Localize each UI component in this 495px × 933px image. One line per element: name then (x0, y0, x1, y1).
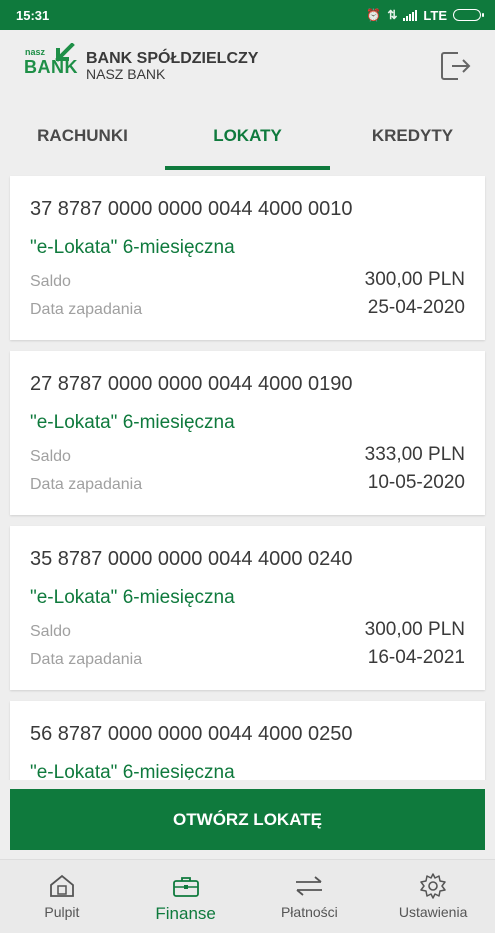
home-icon (48, 872, 76, 900)
briefcase-icon (172, 872, 200, 900)
balance-value: 300,00 PLN (364, 269, 465, 290)
network-type: LTE (423, 7, 447, 23)
due-date-value: 16-04-2021 (367, 647, 465, 668)
due-date-value: 10-05-2020 (367, 472, 465, 493)
account-number: 37 8787 0000 0000 0044 4000 0010 (30, 198, 353, 220)
deposit-card[interactable]: 56 8787 0000 0000 0044 4000 0250 "e-Loka… (10, 701, 485, 780)
nav-item-ustawienia[interactable]: Ustawienia (371, 860, 495, 933)
deposit-name: "e-Lokata" 6-miesięczna (30, 762, 235, 780)
balance-label: Saldo (30, 448, 71, 465)
due-date-value: 25-04-2020 (367, 297, 465, 318)
bank-title: BANK SPÓŁDZIELCZY (86, 49, 259, 67)
nav-item-pulpit[interactable]: Pulpit (0, 860, 124, 933)
arrow-logo-icon (55, 43, 75, 62)
nav-item-platnosci[interactable]: Płatności (248, 860, 372, 933)
bank-subtitle: NASZ BANK (86, 66, 166, 83)
deposit-name: "e-Lokata" 6-miesięczna (30, 412, 235, 433)
status-time: 15:31 (16, 7, 50, 23)
tab-rachunki[interactable]: RACHUNKI (0, 102, 165, 170)
logout-button[interactable] (435, 46, 475, 86)
balance-value: 333,00 PLN (364, 444, 465, 465)
bank-logo: nasz BANK (24, 43, 78, 89)
tab-kredyty[interactable]: KREDYTY (330, 102, 495, 170)
deposit-card[interactable]: 37 8787 0000 0000 0044 4000 0010 "e-Loka… (10, 176, 485, 340)
deposit-card[interactable]: 27 8787 0000 0000 0044 4000 0190 "e-Loka… (10, 351, 485, 515)
signal-icon (403, 9, 418, 21)
bottom-navigation: Pulpit Finanse Płatności Ustawienia (0, 859, 495, 933)
deposit-list[interactable]: 37 8787 0000 0000 0044 4000 0010 "e-Loka… (0, 170, 495, 780)
nav-label: Płatności (280, 904, 338, 920)
balance-label: Saldo (30, 273, 71, 290)
account-number: 56 8787 0000 0000 0044 4000 0250 (30, 723, 353, 745)
status-bar: 15:31 ⏰ ⇅ LTE (0, 0, 495, 30)
logo-small-text: nasz (25, 47, 46, 57)
due-date-label: Data zapadania (30, 301, 143, 318)
due-date-label: Data zapadania (30, 476, 143, 493)
nav-label: Ustawienia (398, 904, 468, 920)
nav-label: Pulpit (44, 904, 80, 920)
deposit-card[interactable]: 35 8787 0000 0000 0044 4000 0240 "e-Loka… (10, 526, 485, 690)
deposit-name: "e-Lokata" 6-miesięczna (30, 587, 235, 608)
due-date-label: Data zapadania (30, 651, 143, 668)
logout-icon (441, 52, 471, 80)
account-number: 27 8787 0000 0000 0044 4000 0190 (30, 373, 353, 395)
gear-icon (419, 872, 447, 900)
alarm-icon: ⏰ (366, 8, 382, 22)
nav-item-finanse[interactable]: Finanse (124, 860, 248, 933)
balance-label: Saldo (30, 623, 71, 640)
app-header: nasz BANK BANK SPÓŁDZIELCZY NASZ BANK (0, 30, 495, 102)
account-number: 35 8787 0000 0000 0044 4000 0240 (30, 548, 353, 570)
transfer-arrows-icon (294, 872, 324, 900)
tab-bar: RACHUNKI LOKATY KREDYTY (0, 102, 495, 170)
data-transfer-icon: ⇅ (387, 8, 398, 22)
nav-label: Finanse (155, 904, 216, 923)
deposit-name: "e-Lokata" 6-miesięczna (30, 237, 235, 258)
balance-value: 300,00 PLN (364, 619, 465, 640)
battery-icon (453, 9, 484, 21)
open-deposit-button[interactable]: OTWÓRZ LOKATĘ (10, 789, 485, 850)
tab-lokaty[interactable]: LOKATY (165, 102, 330, 170)
